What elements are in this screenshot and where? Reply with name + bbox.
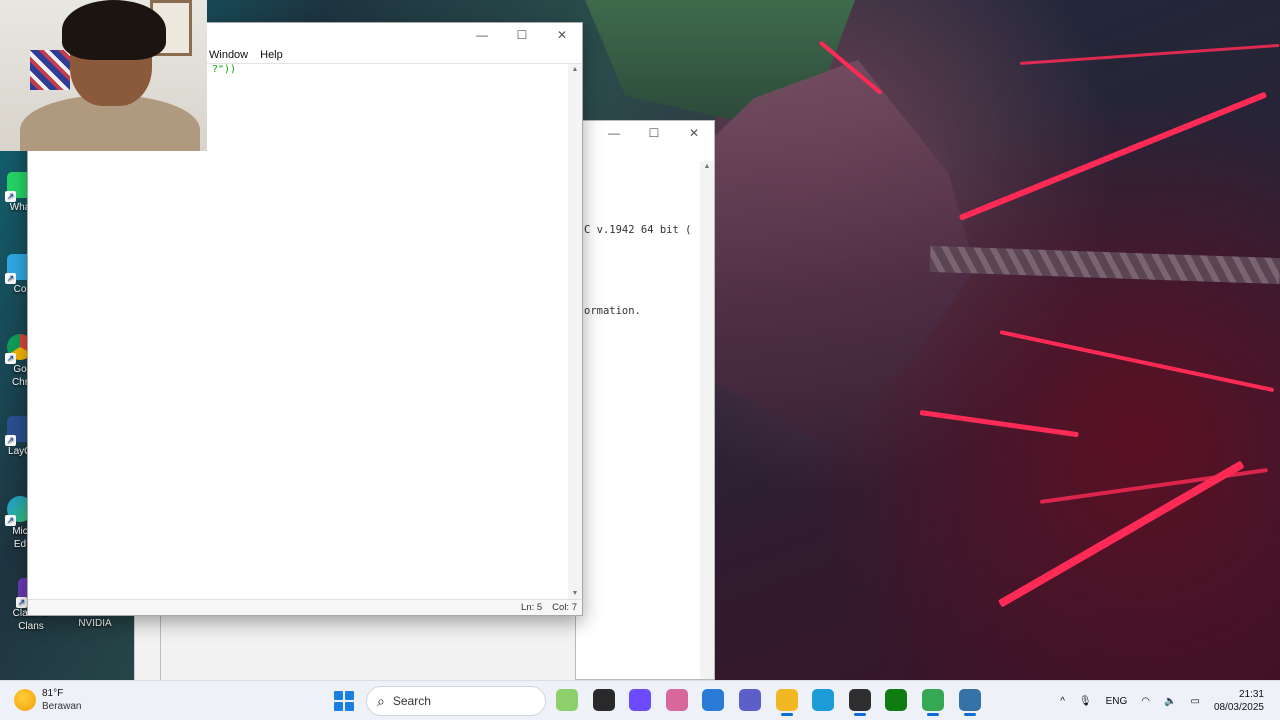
column-indicator: Col: 7	[552, 602, 577, 613]
terminal-icon[interactable]	[592, 689, 615, 711]
clock-time: 21:31	[1238, 689, 1264, 700]
python-shell-window[interactable]: — ☐ ✕ C v.1942 64 bit ( ormation. ▲	[575, 120, 715, 680]
editor-statusbar: Ln: 5 Col: 7	[28, 599, 582, 615]
file-explorer-icon[interactable]	[775, 689, 798, 716]
explorer-landscape-icon[interactable]	[556, 689, 578, 711]
start-button[interactable]	[334, 691, 354, 711]
xbox-icon[interactable]	[885, 689, 908, 711]
close-button[interactable]: ✕	[674, 121, 714, 145]
menu-help[interactable]: Help	[260, 49, 283, 61]
code-line: ?"))	[212, 64, 236, 75]
maximize-button[interactable]: ☐	[502, 23, 542, 47]
language-indicator[interactable]: ENG	[1106, 696, 1128, 707]
person-hair	[62, 0, 166, 60]
clock-date: 08/03/2025	[1213, 702, 1264, 713]
desktop-icon-label: NVIDIA	[78, 618, 112, 629]
search-icon: ⌕	[377, 692, 385, 709]
editor-scrollbar[interactable]: ▲ ▼	[568, 64, 582, 599]
maximize-icon: ☐	[648, 126, 660, 140]
proton-icon[interactable]	[629, 689, 652, 711]
edge-icon[interactable]	[812, 689, 835, 711]
code-string-fragment: ?"))	[212, 64, 237, 75]
python-idle-icon[interactable]	[958, 689, 981, 716]
weather-sun-cloud-icon	[14, 689, 36, 711]
weather-condition: Berawan	[42, 701, 82, 712]
teams-icon[interactable]	[739, 689, 761, 711]
copilot-icon[interactable]	[665, 689, 688, 711]
wall-poster	[30, 50, 70, 90]
windows-logo-tile	[345, 702, 354, 711]
volume-icon[interactable]: 🔈	[1164, 696, 1176, 707]
close-icon: ✕	[556, 28, 568, 42]
maximize-button[interactable]: ☐	[634, 121, 674, 145]
windows-logo-tile	[345, 691, 354, 700]
maximize-icon: ☐	[516, 28, 528, 42]
chrome-icon[interactable]	[922, 689, 944, 716]
chevron-up-icon[interactable]: ^	[1060, 696, 1065, 707]
line-indicator: Ln: 5	[521, 602, 543, 613]
weather-temperature: 81°F	[42, 688, 64, 699]
shell-line: C v.1942 64 bit (	[584, 224, 692, 236]
minimize-button[interactable]: —	[462, 23, 502, 47]
microphone-icon[interactable]: 🎙	[1079, 696, 1092, 707]
weather-widget[interactable]: 81°F Berawan	[14, 687, 81, 713]
battery-icon[interactable]: ▭	[1190, 696, 1199, 707]
minimize-button[interactable]: —	[594, 121, 634, 145]
wifi-icon[interactable]: ◠	[1141, 696, 1150, 707]
window-divider	[160, 616, 161, 680]
shell-scrollbar[interactable]: ▲	[700, 161, 714, 679]
search-label: Search	[392, 694, 431, 708]
background-window-frame	[134, 616, 575, 680]
taskbar: 81°F Berawan ⌕ Search ^ 🎙 ENG ◠ 🔈 ▭ 21:3…	[0, 680, 1280, 720]
desktop-icon-nvidia[interactable]: NVIDIA	[74, 617, 116, 630]
close-button[interactable]: ✕	[542, 23, 582, 47]
minimize-icon: —	[608, 126, 620, 140]
clock[interactable]: 21:31 08/03/2025	[1214, 688, 1264, 714]
minimize-icon: —	[476, 28, 488, 42]
scroll-up-arrow-icon[interactable]: ▲	[700, 163, 714, 170]
webcam-overlay	[0, 0, 207, 151]
system-tray: ^ 🎙 ENG ◠ 🔈 ▭ 21:31 08/03/2025	[1060, 681, 1280, 720]
windows-logo-tile	[334, 702, 343, 711]
close-icon: ✕	[688, 126, 700, 140]
taskbar-search[interactable]: ⌕ Search	[366, 686, 546, 716]
windows-logo-icon	[334, 691, 343, 700]
scroll-down-arrow-icon[interactable]: ▼	[568, 590, 582, 597]
shell-output[interactable]: C v.1942 64 bit ( ormation.	[584, 163, 691, 379]
menu-window[interactable]: Window	[209, 49, 248, 61]
scroll-up-arrow-icon[interactable]: ▲	[568, 66, 582, 73]
obs-icon[interactable]	[848, 689, 871, 716]
shell-titlebar[interactable]: — ☐ ✕	[576, 121, 714, 145]
shell-line: ormation.	[584, 305, 641, 317]
store-icon[interactable]	[702, 689, 725, 711]
